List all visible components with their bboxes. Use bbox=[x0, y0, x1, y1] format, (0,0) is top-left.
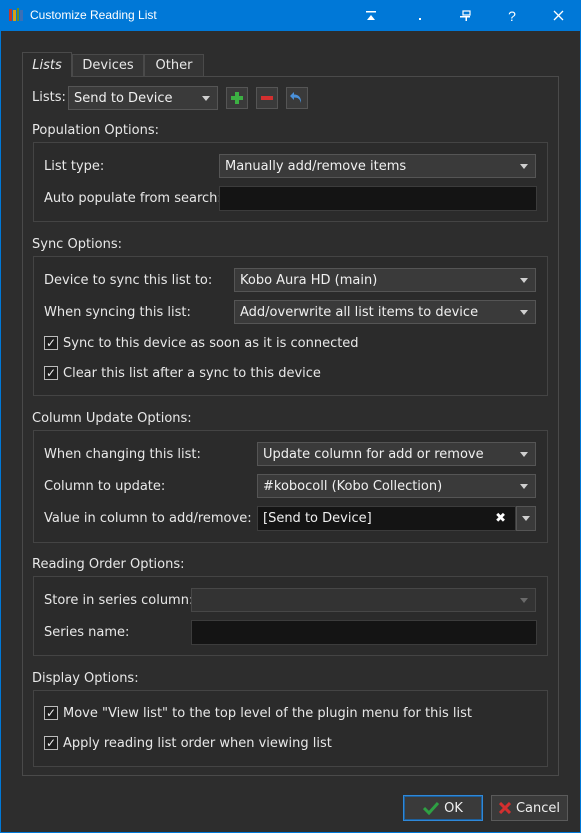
list-type-value: Manually add/remove items bbox=[225, 158, 407, 174]
check-icon: ✓ bbox=[45, 366, 57, 380]
clear-after-sync-label: Clear this list after a sync to this dev… bbox=[63, 366, 321, 381]
title-bar: Customize Reading List ? bbox=[0, 0, 581, 31]
auto-populate-label: Auto populate from search: bbox=[44, 191, 222, 206]
lists-combo[interactable]: Send to Device bbox=[68, 86, 218, 110]
ok-button[interactable]: OK bbox=[403, 795, 483, 821]
remove-list-button[interactable] bbox=[256, 87, 278, 109]
ok-label: OK bbox=[444, 800, 463, 816]
cancel-x-icon bbox=[498, 802, 511, 814]
window-title: Customize Reading List bbox=[30, 8, 157, 22]
chevron-down-icon bbox=[520, 484, 528, 489]
checkmark-icon bbox=[423, 801, 440, 815]
series-name-input[interactable] bbox=[191, 620, 537, 645]
chevron-down-icon bbox=[202, 96, 210, 101]
minimize-icon bbox=[419, 17, 421, 20]
move-view-list-checkbox[interactable]: ✓ bbox=[44, 706, 58, 720]
when-syncing-combo[interactable]: Add/overwrite all list items to device bbox=[234, 300, 536, 324]
cancel-button[interactable]: Cancel bbox=[491, 795, 568, 821]
sync-heading: Sync Options: bbox=[32, 237, 123, 252]
chevron-down-icon bbox=[522, 516, 530, 521]
rename-list-button[interactable] bbox=[286, 87, 308, 109]
value-in-column-label: Value in column to add/remove: bbox=[44, 511, 252, 526]
value-history-dropdown[interactable] bbox=[516, 506, 536, 531]
move-view-list-label: Move "View list" to the top level of the… bbox=[63, 706, 472, 721]
list-type-combo[interactable]: Manually add/remove items bbox=[219, 154, 536, 178]
when-syncing-value: Add/overwrite all list items to device bbox=[240, 304, 479, 320]
column-to-update-label: Column to update: bbox=[44, 479, 166, 494]
sync-on-connect-label: Sync to this device as soon as it is con… bbox=[63, 336, 359, 351]
series-column-label: Store in series column: bbox=[44, 593, 194, 608]
shade-icon bbox=[366, 10, 376, 20]
column-heading: Column Update Options: bbox=[32, 411, 192, 426]
tab-lists[interactable]: Lists bbox=[22, 52, 72, 77]
changing-list-value: Update column for add or remove bbox=[263, 446, 484, 462]
display-group bbox=[33, 690, 548, 767]
when-syncing-label: When syncing this list: bbox=[44, 305, 191, 320]
device-combo[interactable]: Kobo Aura HD (main) bbox=[234, 268, 536, 292]
close-button[interactable] bbox=[535, 0, 581, 31]
tab-devices[interactable]: Devices bbox=[72, 54, 144, 76]
help-button[interactable]: ? bbox=[489, 0, 535, 31]
books-app-icon bbox=[9, 8, 23, 21]
list-type-label: List type: bbox=[44, 159, 105, 174]
help-icon: ? bbox=[508, 7, 516, 24]
display-heading: Display Options: bbox=[32, 671, 139, 686]
window-shade-button[interactable] bbox=[348, 0, 394, 31]
series-name-label: Series name: bbox=[44, 625, 130, 640]
chevron-down-icon bbox=[520, 164, 528, 169]
column-to-update-combo[interactable]: #kobocoll (Kobo Collection) bbox=[257, 474, 536, 498]
device-value: Kobo Aura HD (main) bbox=[240, 272, 378, 288]
changing-list-combo[interactable]: Update column for add or remove bbox=[257, 442, 536, 466]
value-in-column-value: [Send to Device] bbox=[263, 511, 372, 526]
chevron-down-icon bbox=[520, 452, 528, 457]
undo-arrow-icon bbox=[290, 92, 302, 103]
chevron-down-icon bbox=[520, 598, 528, 603]
sync-on-connect-checkbox[interactable]: ✓ bbox=[44, 336, 58, 350]
apply-order-checkbox[interactable]: ✓ bbox=[44, 736, 58, 750]
check-icon: ✓ bbox=[45, 736, 57, 750]
tab-lists-label: Lists bbox=[32, 57, 62, 73]
auto-populate-input[interactable] bbox=[219, 186, 537, 211]
clear-icon[interactable]: ✖ bbox=[495, 511, 506, 526]
check-icon: ✓ bbox=[45, 706, 57, 720]
lists-combo-value: Send to Device bbox=[74, 90, 173, 106]
apply-order-label: Apply reading list order when viewing li… bbox=[63, 736, 332, 751]
column-to-update-value: #kobocoll (Kobo Collection) bbox=[263, 478, 443, 494]
pin-icon bbox=[460, 9, 471, 21]
changing-list-label: When changing this list: bbox=[44, 447, 201, 462]
value-in-column-input[interactable]: [Send to Device] ✖ bbox=[257, 506, 516, 531]
cancel-label: Cancel bbox=[515, 800, 561, 816]
population-heading: Population Options: bbox=[32, 123, 159, 138]
chevron-down-icon bbox=[520, 278, 528, 283]
reading-order-heading: Reading Order Options: bbox=[32, 557, 185, 572]
minimize-button[interactable] bbox=[397, 0, 443, 31]
plus-icon bbox=[231, 92, 243, 104]
series-column-combo[interactable] bbox=[191, 588, 536, 612]
clear-after-sync-checkbox[interactable]: ✓ bbox=[44, 366, 58, 380]
add-list-button[interactable] bbox=[226, 87, 248, 109]
close-icon bbox=[553, 10, 563, 21]
check-icon: ✓ bbox=[45, 336, 57, 350]
tab-devices-label: Devices bbox=[82, 58, 134, 73]
device-label: Device to sync this list to: bbox=[44, 273, 213, 288]
tab-other-label: Other bbox=[155, 58, 193, 73]
tab-other[interactable]: Other bbox=[144, 54, 204, 76]
lists-label: Lists: bbox=[32, 90, 66, 105]
minus-icon bbox=[261, 96, 273, 100]
pin-button[interactable] bbox=[442, 0, 488, 31]
chevron-down-icon bbox=[520, 310, 528, 315]
